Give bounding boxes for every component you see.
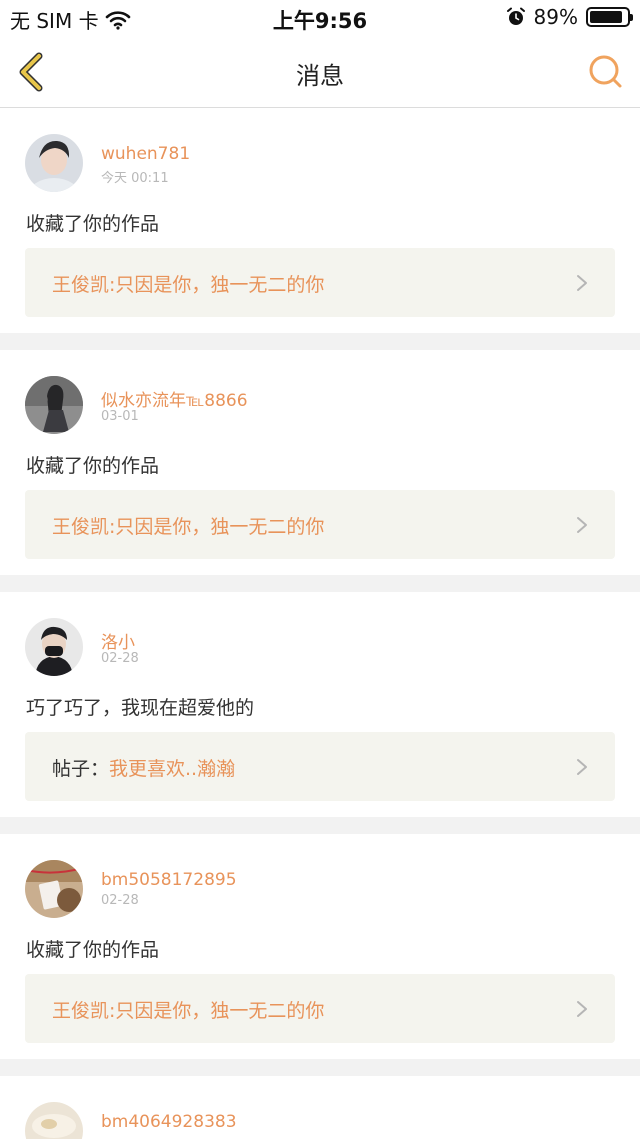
- message-card: 似水亦流年℡8866 03-01 收藏了你的作品 王俊凯:只因是你，独一无二的你: [0, 350, 640, 575]
- timestamp: 02-28: [101, 651, 139, 666]
- message-text: 收藏了你的作品: [26, 455, 160, 477]
- message-card: bm5058172895 02-28 收藏了你的作品 王俊凯:只因是你，独一无二…: [0, 834, 640, 1059]
- referenced-post[interactable]: 王俊凯:只因是你，独一无二的你: [25, 490, 615, 559]
- message-card: wuhen781 今天 00:11 收藏了你的作品 王俊凯:只因是你，独一无二的…: [0, 108, 640, 333]
- message-card: bm4064928383: [0, 1076, 640, 1139]
- chevron-right-icon: [577, 1001, 587, 1017]
- username[interactable]: bm5058172895: [101, 870, 237, 890]
- ref-title: 王俊凯:只因是你，独一无二的你: [52, 274, 325, 296]
- timestamp: 02-28: [101, 893, 139, 908]
- message-text: 收藏了你的作品: [26, 213, 160, 235]
- timestamp: 03-01: [101, 409, 139, 424]
- search-icon[interactable]: [586, 52, 626, 92]
- username[interactable]: 似水亦流年℡8866: [101, 386, 248, 411]
- battery-percent: 89%: [533, 5, 578, 29]
- ref-title: 王俊凯:只因是你，独一无二的你: [52, 516, 325, 538]
- avatar[interactable]: [25, 134, 83, 192]
- referenced-post[interactable]: 帖子：我更喜欢..瀚瀚: [25, 732, 615, 801]
- page-title: 消息: [296, 62, 344, 90]
- chevron-right-icon: [577, 517, 587, 533]
- status-right: 89%: [506, 5, 633, 29]
- status-bar: 无 SIM 卡 上午9:56 89%: [0, 0, 640, 36]
- avatar[interactable]: [25, 860, 83, 918]
- message-text: 收藏了你的作品: [26, 939, 160, 961]
- username[interactable]: 洛小: [101, 628, 135, 653]
- battery-fill: [590, 11, 622, 23]
- message-text: 巧了巧了，我现在超爱他的: [26, 697, 255, 719]
- alarm-icon: [506, 7, 525, 25]
- username[interactable]: wuhen781: [101, 144, 190, 164]
- avatar[interactable]: [25, 1102, 83, 1139]
- avatar[interactable]: [25, 376, 83, 434]
- ref-title: 王俊凯:只因是你，独一无二的你: [52, 1000, 325, 1022]
- chevron-right-icon: [577, 759, 587, 775]
- referenced-post[interactable]: 王俊凯:只因是你，独一无二的你: [25, 248, 615, 317]
- avatar[interactable]: [25, 618, 83, 676]
- timestamp: 今天 00:11: [101, 171, 169, 186]
- message-card: 洛小 02-28 巧了巧了，我现在超爱他的 帖子：我更喜欢..瀚瀚: [0, 592, 640, 817]
- username[interactable]: bm4064928383: [101, 1112, 237, 1132]
- battery-icon: [586, 7, 633, 27]
- nav-bar: 消息: [0, 36, 640, 108]
- referenced-post[interactable]: 王俊凯:只因是你，独一无二的你: [25, 974, 615, 1043]
- chevron-right-icon: [577, 275, 587, 291]
- ref-prefix: 帖子：: [52, 758, 110, 780]
- ref-title: 我更喜欢..瀚瀚: [109, 758, 236, 780]
